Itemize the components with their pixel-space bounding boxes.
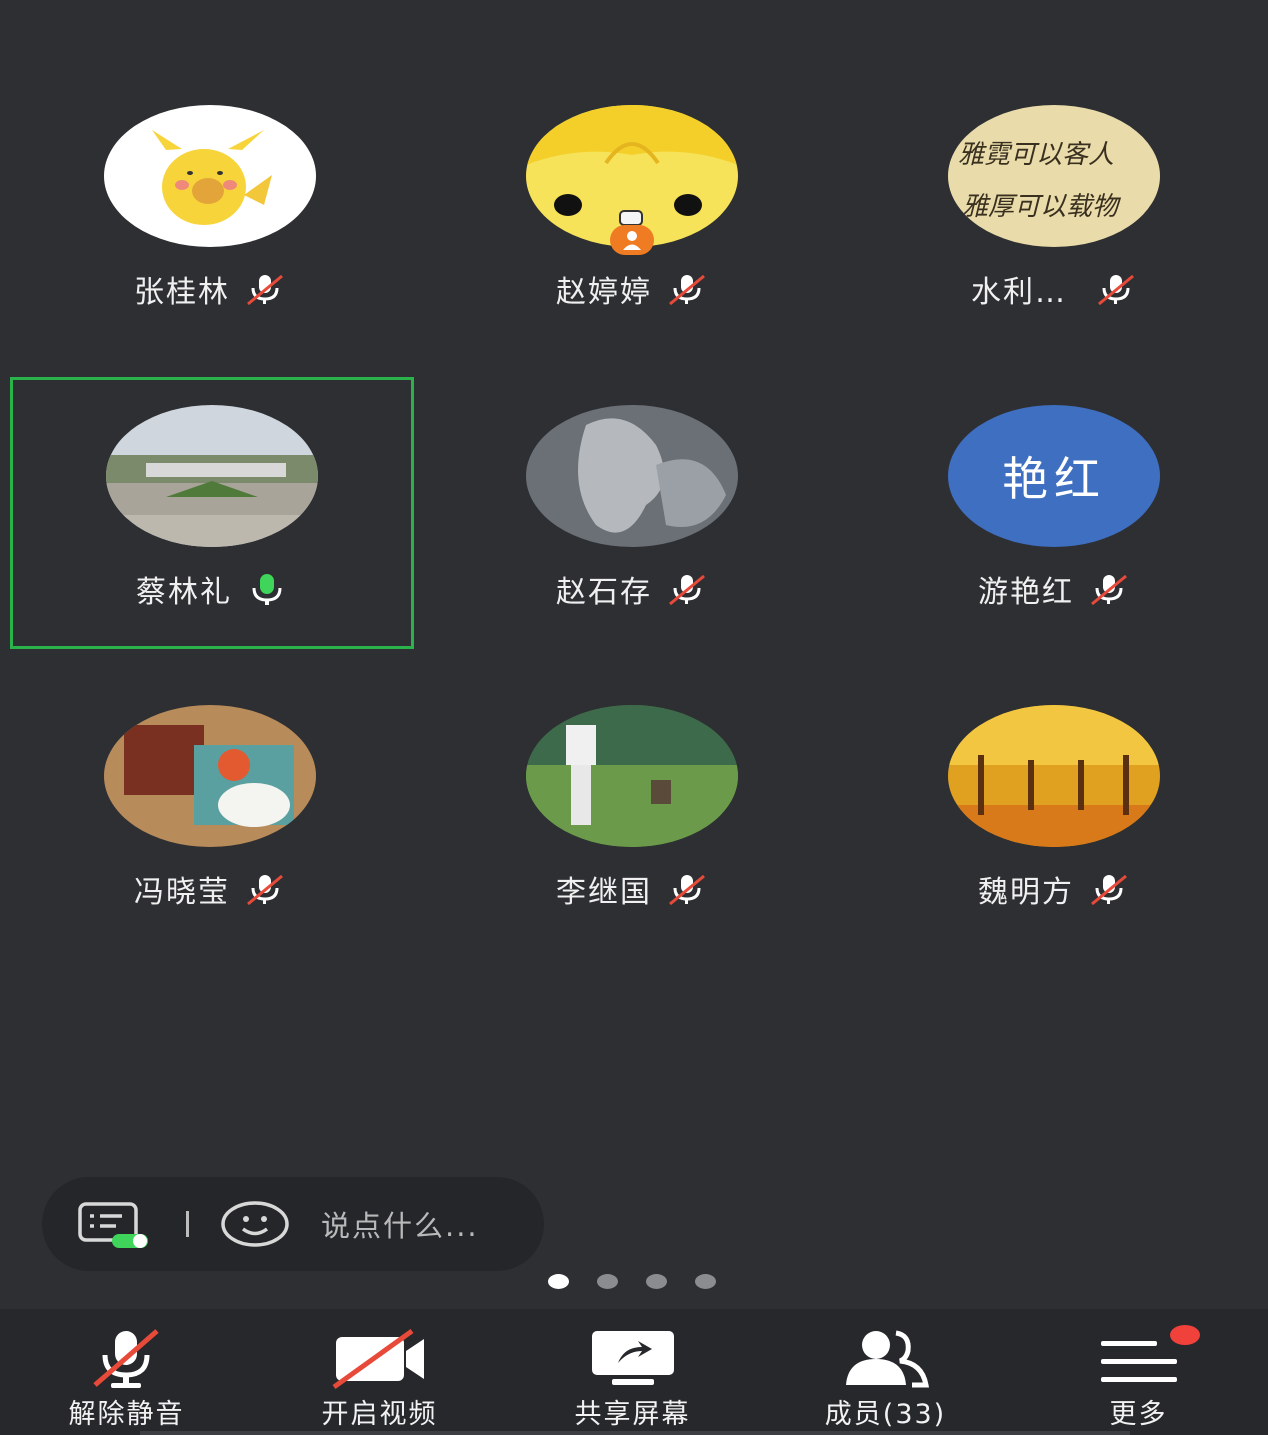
more-label: 更多: [1109, 1399, 1168, 1430]
avatar: [948, 705, 1160, 847]
participant-name: 水利…: [971, 275, 1067, 310]
unmute-button[interactable]: 解除静音: [0, 1309, 253, 1435]
avatar: [526, 705, 738, 847]
share-screen-icon: [591, 1331, 674, 1385]
participant-tile[interactable]: 魏明方: [852, 677, 1256, 949]
mic-muted-icon: [669, 874, 705, 906]
participant-tile[interactable]: 李继国: [430, 677, 834, 949]
video-off-icon: [332, 1328, 424, 1390]
participant-name: 魏明方: [978, 875, 1074, 910]
mic-muted-icon: [92, 1329, 159, 1388]
mic-muted-icon: [1091, 574, 1127, 606]
svg-text:雅霓可以客人: 雅霓可以客人: [958, 140, 1114, 170]
menu-icon: [1100, 1341, 1177, 1382]
participant-tile[interactable]: 冯晓莹: [8, 677, 412, 949]
plaza-photo: [106, 405, 318, 547]
avatar-initials: 艳红: [1002, 452, 1106, 506]
participant-tile[interactable]: 赵婷婷: [430, 77, 834, 349]
unmute-label: 解除静音: [68, 1399, 185, 1430]
mic-muted-icon: [669, 274, 705, 306]
stone-photo: [526, 405, 738, 547]
svg-text:雅厚可以载物: 雅厚可以载物: [962, 192, 1122, 222]
chat-toggle-icon[interactable]: [76, 1200, 152, 1248]
mic-muted-icon: [1091, 874, 1127, 906]
participant-name: 赵婷婷: [556, 275, 652, 310]
mic-muted-icon: [247, 274, 283, 306]
participant-tile[interactable]: 赵石存: [430, 377, 834, 649]
avatar: [106, 405, 318, 547]
share-screen-button[interactable]: 共享屏幕: [506, 1309, 759, 1435]
members-label: 成员(33): [824, 1399, 947, 1430]
calligraphy-image: 雅霓可以客人 雅厚可以载物: [948, 105, 1160, 247]
participant-name: 李继国: [556, 875, 652, 910]
chat-placeholder[interactable]: 说点什么...: [321, 1203, 479, 1245]
participant-tile[interactable]: 艳红 游艳红: [852, 377, 1256, 649]
page-indicator: [548, 1274, 716, 1289]
mic-speaking-icon: [252, 574, 282, 605]
mic-muted-icon: [247, 874, 283, 906]
page-dot[interactable]: [597, 1274, 618, 1289]
avatar: [526, 405, 738, 547]
autumn-trees-photo: [948, 705, 1160, 847]
participant-tile[interactable]: 雅霓可以客人 雅厚可以载物 水利…: [852, 77, 1256, 349]
share-label: 共享屏幕: [574, 1399, 691, 1430]
chat-input-bar[interactable]: 说点什么...: [42, 1177, 544, 1271]
participant-tile-active-speaker[interactable]: 蔡林礼: [10, 377, 414, 649]
participant-grid: 张桂林 赵婷婷 雅霓可以客人 雅厚可以载物 水利… 蔡林礼 赵石存 艳红 游艳红…: [0, 0, 1268, 960]
avatar: [104, 705, 316, 847]
bottom-toolbar: 解除静音 开启视频 共享屏幕 成员(33) 更多: [0, 1309, 1268, 1435]
members-icon: [845, 1330, 929, 1388]
divider: [186, 1211, 189, 1237]
fox-doll-photo: [104, 705, 316, 847]
avatar: [104, 105, 316, 247]
participant-name: 赵石存: [556, 575, 652, 610]
mic-muted-icon: [669, 574, 705, 606]
avatar: 艳红: [948, 405, 1160, 547]
page-dot-active[interactable]: [548, 1274, 569, 1289]
page-dot[interactable]: [646, 1274, 667, 1289]
members-button[interactable]: 成员(33): [759, 1309, 1012, 1435]
participant-tile[interactable]: 张桂林: [8, 77, 412, 349]
scroll-indicator: [140, 1431, 1130, 1435]
host-badge: [610, 225, 654, 255]
notification-dot: [1170, 1325, 1200, 1345]
mic-muted-icon: [1098, 274, 1134, 306]
participant-name: 游艳红: [978, 575, 1074, 610]
participant-name: 蔡林礼: [136, 575, 232, 610]
page-dot[interactable]: [695, 1274, 716, 1289]
participant-name: 冯晓莹: [134, 875, 230, 910]
lawn-photo: [526, 705, 738, 847]
start-video-button[interactable]: 开启视频: [253, 1309, 506, 1435]
host-icon: [623, 231, 641, 250]
more-button[interactable]: 更多: [1012, 1309, 1265, 1435]
video-label: 开启视频: [321, 1399, 438, 1430]
pikachu-image: [104, 105, 316, 247]
emoji-icon[interactable]: [219, 1200, 291, 1248]
avatar: 雅霓可以客人 雅厚可以载物: [948, 105, 1160, 247]
participant-name: 张桂林: [134, 275, 230, 310]
